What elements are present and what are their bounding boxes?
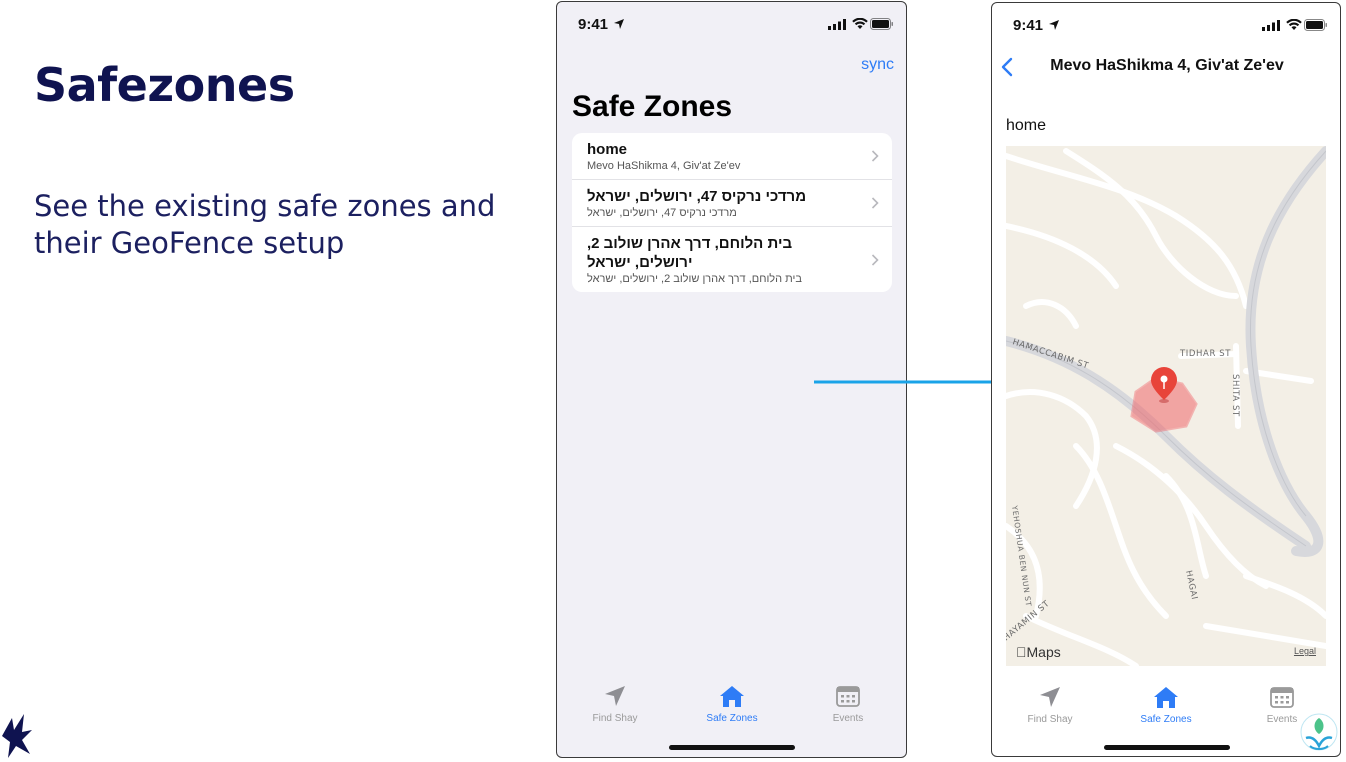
safe-zone-name: home [1006, 117, 1047, 134]
chevron-right-icon [871, 150, 879, 162]
tab-find-shay[interactable]: Find Shay [570, 684, 660, 724]
safe-zone-address: בית הלוחם, דרך אהרן שולוב 2, ירושלים, יש… [587, 273, 802, 285]
location-arrow-icon [1040, 687, 1060, 707]
safe-zone-row-home[interactable]: home Mevo HaShikma 4, Giv'at Ze'ev [572, 133, 892, 180]
tab-find-shay[interactable]: Find Shay [1005, 685, 1095, 725]
location-arrow-icon [605, 686, 625, 706]
slide-title: Safezones [34, 58, 295, 112]
nav-title: Mevo HaShikma 4, Giv'at Ze'ev [1050, 57, 1284, 74]
sync-button[interactable]: sync [861, 56, 894, 74]
calendar-icon [1270, 687, 1294, 708]
chevron-right-icon [871, 197, 879, 209]
home-indicator[interactable] [1104, 745, 1230, 750]
page-title: Safe Zones [572, 90, 733, 123]
house-icon [1154, 687, 1178, 708]
street-label-tidhar: TIDHAR ST [1179, 349, 1231, 359]
calendar-icon [836, 686, 860, 707]
tab-safe-zones[interactable]: Safe Zones [687, 684, 777, 724]
status-time: 9:41 [578, 16, 609, 33]
house-icon [720, 686, 744, 707]
battery-icon [1304, 19, 1327, 31]
safe-zone-address: מרדכי נרקיס 47, ירושלים, ישראל [587, 207, 737, 219]
location-services-icon [614, 19, 624, 29]
status-bar: 9:41 [557, 2, 906, 46]
map-canvas: HAMACCABIM ST TIDHAR ST SHITA ST YEHOSHU… [1006, 146, 1326, 666]
tab-label: Safe Zones [706, 713, 758, 724]
chevron-right-icon [871, 253, 879, 266]
status-bar: 9:41 [992, 3, 1340, 47]
tab-label: Events [832, 713, 864, 724]
slide-description: See the existing safe zones and their Ge… [34, 189, 496, 260]
tab-safe-zones[interactable]: Safe Zones [1121, 685, 1211, 725]
wifi-icon [1286, 19, 1302, 30]
legal-link[interactable]: Legal [1294, 646, 1316, 656]
tab-events[interactable]: Events [803, 684, 893, 724]
safe-zone-row-mordechai-narkis[interactable]: מרדכי נרקיס 47, ירושלים, ישראל מרדכי נרק… [572, 180, 892, 227]
safe-zone-name: בית הלוחם, דרך אהרן שולוב 2, ירושלים, יש… [587, 235, 793, 271]
cellular-signal-icon [1262, 20, 1280, 31]
street-label-shita: SHITA ST [1230, 374, 1240, 417]
geofence-map[interactable]: HAMACCABIM ST TIDHAR ST SHITA ST YEHOSHU… [1006, 146, 1326, 666]
home-indicator[interactable] [669, 745, 795, 750]
brand-logo-icon [2, 714, 32, 758]
tab-label: Safe Zones [1140, 714, 1192, 725]
safe-zone-row-beit-halochem[interactable]: בית הלוחם, דרך אהרן שולוב 2, ירושלים, יש… [572, 227, 892, 292]
safe-zone-name: home [587, 141, 628, 158]
back-chevron-icon[interactable] [1000, 57, 1014, 77]
tab-label: Find Shay [592, 713, 638, 724]
safe-zone-list: home Mevo HaShikma 4, Giv'at Ze'ev מרדכי… [572, 133, 892, 292]
battery-icon [870, 18, 893, 30]
street-label-hamaccabim: HAMACCABIM ST [1011, 337, 1090, 371]
safe-zone-name: מרדכי נרקיס 47, ירושלים, ישראל [587, 188, 807, 205]
corner-logo-icon [1300, 713, 1338, 751]
location-services-icon [1049, 20, 1059, 30]
cellular-signal-icon [828, 19, 846, 30]
tab-label: Find Shay [1027, 714, 1073, 725]
wifi-icon [852, 18, 868, 29]
status-time: 9:41 [1013, 17, 1044, 34]
phone-safe-zone-detail: 9:41 Mevo HaShikma 4, Giv'at Ze'ev home [991, 2, 1341, 757]
street-label-hagai: HAGAI [1183, 570, 1199, 601]
safe-zone-address: Mevo HaShikma 4, Giv'at Ze'ev [587, 160, 741, 172]
apple-maps-logo: Maps [1016, 644, 1061, 660]
